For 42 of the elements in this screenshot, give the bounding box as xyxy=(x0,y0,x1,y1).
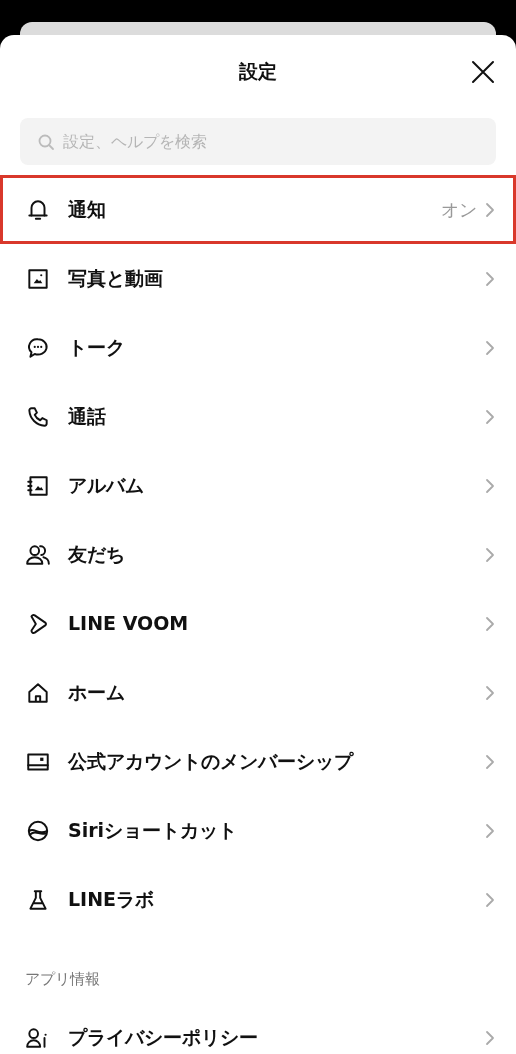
row-label: アルバム xyxy=(68,473,144,499)
chevron-icon xyxy=(485,891,495,908)
settings-row[interactable]: 通話 xyxy=(0,382,516,451)
row-label: 公式アカウントのメンバーシップ xyxy=(68,749,353,775)
sheet-title: 設定 xyxy=(239,58,277,84)
row-label: Siriショートカット xyxy=(68,818,238,844)
chevron-icon xyxy=(485,408,495,425)
settings-row[interactable]: 通知 オン xyxy=(0,175,516,244)
row-label: 写真と動画 xyxy=(68,266,163,292)
settings-row[interactable]: LINE VOOM xyxy=(0,589,516,658)
settings-row[interactable]: ホーム xyxy=(0,658,516,727)
settings-row[interactable]: トーク xyxy=(0,313,516,382)
chevron-icon xyxy=(485,546,495,563)
settings-row[interactable]: 写真と動画 xyxy=(0,244,516,313)
chevron-icon xyxy=(485,270,495,287)
settings-row[interactable]: プライバシーポリシー xyxy=(0,1003,516,1054)
settings-row[interactable]: Siriショートカット xyxy=(0,796,516,865)
chevron-icon xyxy=(485,339,495,356)
row-label: 通話 xyxy=(68,404,106,430)
settings-row[interactable]: LINEラボ xyxy=(0,865,516,934)
chevron-icon xyxy=(485,684,495,701)
settings-row[interactable]: 公式アカウントのメンバーシップ xyxy=(0,727,516,796)
row-label: 友だち xyxy=(68,542,125,568)
row-label: LINEラボ xyxy=(68,887,155,913)
search-icon xyxy=(37,133,55,151)
row-label: LINE VOOM xyxy=(68,611,189,637)
chevron-icon xyxy=(485,201,495,218)
section-header: アプリ情報 xyxy=(25,970,100,988)
settings-row[interactable]: 友だち xyxy=(0,520,516,589)
row-label: トーク xyxy=(68,335,125,361)
chevron-icon xyxy=(485,822,495,839)
chevron-icon xyxy=(485,753,495,770)
chevron-icon xyxy=(485,1029,495,1046)
chevron-icon xyxy=(485,477,495,494)
row-label: ホーム xyxy=(68,680,125,706)
search-field[interactable]: 設定、ヘルプを検索 xyxy=(20,118,496,165)
row-label: プライバシーポリシー xyxy=(68,1025,258,1051)
settings-row[interactable]: アルバム xyxy=(0,451,516,520)
close-button[interactable] xyxy=(470,59,496,85)
chevron-icon xyxy=(485,615,495,632)
row-label: 通知 xyxy=(68,197,106,223)
row-value: オン xyxy=(441,198,477,222)
